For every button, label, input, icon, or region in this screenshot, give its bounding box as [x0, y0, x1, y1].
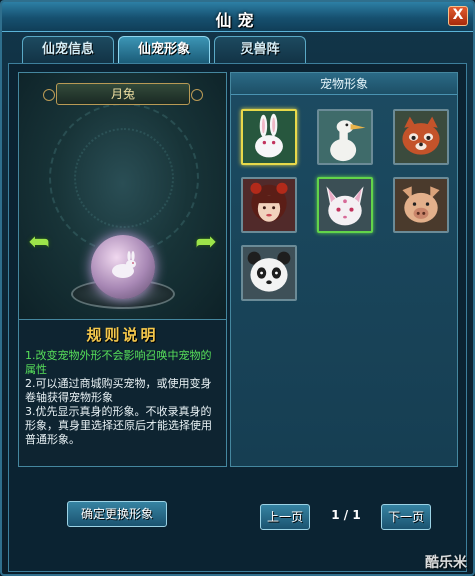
tab-pet-info[interactable]: 仙宠信息: [22, 36, 114, 63]
panda-icon: [243, 247, 295, 299]
appearance-slot-red-panda[interactable]: [393, 109, 449, 165]
rules-title: 规则说明: [86, 326, 159, 344]
fox-icon: [319, 179, 371, 231]
pet-name-plate: 月兔: [43, 83, 203, 105]
pig-icon: [395, 179, 447, 231]
appearance-slot-girl[interactable]: [241, 177, 297, 233]
tab-bar: 仙宠信息 仙宠形象 灵兽阵: [22, 36, 306, 63]
appearance-panel: 宠物形象: [230, 72, 458, 467]
title-bar[interactable]: 仙宠 X: [2, 2, 473, 32]
close-button[interactable]: X: [448, 6, 468, 26]
left-arrow-icon[interactable]: ➦: [25, 227, 53, 257]
tab-spirit-formation[interactable]: 灵兽阵: [214, 36, 306, 63]
tab-pet-appearance[interactable]: 仙宠形象: [118, 36, 210, 63]
confirm-change-button[interactable]: 确定更换形象: [67, 501, 167, 527]
content-area: 月兔 ➦ ➦ 规则说明 1.改变宠物外形不会影响召唤中宠物的属性 2.可以通过商…: [8, 63, 467, 572]
rule-item: 2.可以通过商城购买宠物，或使用变身卷轴获得宠物形象: [25, 377, 212, 404]
preview-panel: 月兔 ➦ ➦ 规则说明 1.改变宠物外形不会影响召唤中宠物的属性 2.可以通过商…: [18, 72, 227, 467]
window-title: 仙宠: [215, 11, 260, 30]
watermark: 酷乐米: [425, 555, 467, 571]
appearance-slot-rabbit[interactable]: [241, 109, 297, 165]
girl-icon: [243, 179, 295, 231]
appearance-header: 宠物形象: [231, 73, 457, 95]
next-page-button[interactable]: 下一页: [381, 504, 431, 530]
rule-item: 1.改变宠物外形不会影响召唤中宠物的属性: [25, 349, 212, 376]
rabbit-figure-icon: [112, 251, 136, 278]
appearance-slot-fox[interactable]: [317, 177, 373, 233]
rules-section: 规则说明 1.改变宠物外形不会影响召唤中宠物的属性 2.可以通过商城购买宠物，或…: [19, 319, 226, 466]
rabbit-icon: [243, 111, 295, 163]
prev-page-button[interactable]: 上一页: [260, 504, 310, 530]
pet-window: 仙宠 X 仙宠信息 仙宠形象 灵兽阵 月兔 ➦ ➦ 规则说明 1.改变宠物外形不…: [0, 0, 475, 576]
red-panda-icon: [395, 111, 447, 163]
appearance-grid: [241, 109, 449, 301]
background-swirl-inner: [74, 128, 174, 228]
right-arrow-icon[interactable]: ➦: [192, 228, 220, 256]
appearance-slot-pig[interactable]: [393, 177, 449, 233]
page-indicator: 1 / 1: [331, 508, 361, 522]
pet-preview: 月兔 ➦ ➦: [19, 73, 226, 319]
crane-icon: [319, 111, 371, 163]
rule-item: 3.优先显示真身的形象。不收录真身的形象，真身里选择还原后才能选择使用普通形象。: [25, 405, 212, 446]
appearance-slot-crane[interactable]: [317, 109, 373, 165]
appearance-slot-panda[interactable]: [241, 245, 297, 301]
